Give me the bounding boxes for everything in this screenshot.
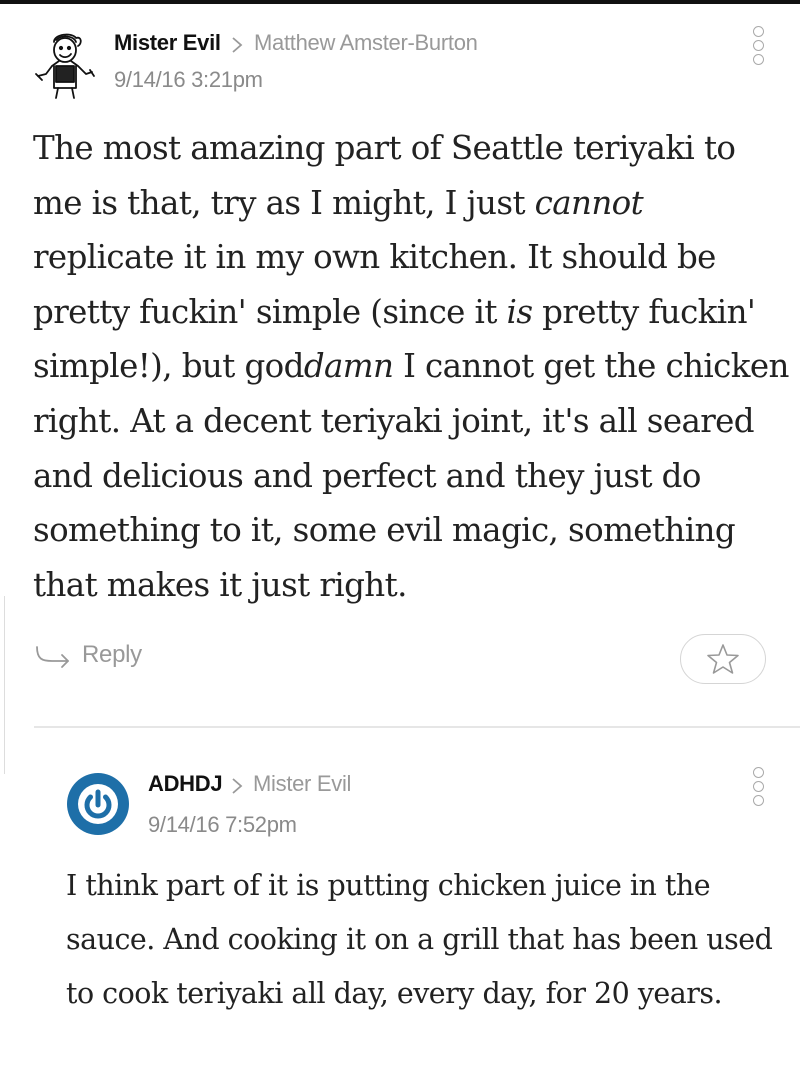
more-options-icon[interactable] <box>750 26 766 65</box>
comment-author[interactable]: Mister Evil <box>114 30 221 56</box>
comment-timestamp[interactable]: 9/14/16 3:21pm <box>114 67 263 93</box>
reply-to-author[interactable]: Matthew Amster-Burton <box>254 30 478 56</box>
reply-to-author[interactable]: Mister Evil <box>253 771 351 797</box>
comment-body: I think part of it is putting chicken ju… <box>66 859 786 1021</box>
reply-label: Reply <box>82 641 142 668</box>
comment-body-emphasis: is <box>506 292 533 331</box>
vault-boy-avatar[interactable] <box>32 28 96 100</box>
reply-arrow-icon <box>36 646 69 668</box>
recommend-button[interactable] <box>680 634 766 684</box>
comment-body-emphasis: cannot <box>534 183 644 222</box>
star-icon <box>707 644 739 674</box>
chevron-right-icon <box>232 37 243 53</box>
comment-body-emphasis: damn <box>303 347 394 386</box>
comment-timestamp[interactable]: 9/14/16 7:52pm <box>148 812 297 838</box>
more-options-icon[interactable] <box>750 767 766 806</box>
top-rule <box>0 0 800 4</box>
reply-button[interactable]: Reply <box>34 641 142 669</box>
divider <box>34 726 800 728</box>
chevron-right-icon <box>232 778 243 794</box>
power-button-avatar[interactable] <box>66 772 130 836</box>
comment-author[interactable]: ADHDJ <box>148 771 223 797</box>
thread-line <box>0 596 5 774</box>
comment-body-text: I cannot get the chicken right. At a dec… <box>33 347 789 604</box>
comment-body-text: I think part of it is putting chicken ju… <box>66 869 773 1010</box>
comment-body: The most amazing part of Seattle teriyak… <box>33 121 793 612</box>
